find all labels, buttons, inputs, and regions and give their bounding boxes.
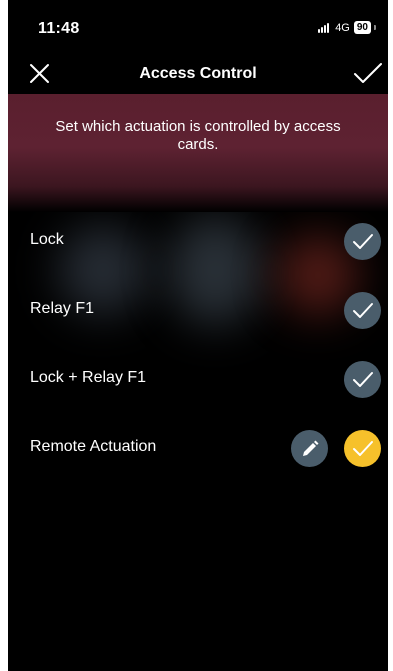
info-banner: Set which actuation is controlled by acc… xyxy=(8,94,388,212)
signal-icon xyxy=(318,22,330,33)
option-label: Lock + Relay F1 xyxy=(30,369,147,386)
select-relay-f1-button[interactable] xyxy=(344,292,381,329)
app-screen: 11:48 4G 90 Access Control Set which act… xyxy=(8,0,388,671)
checkmark-icon xyxy=(352,371,373,387)
confirm-button[interactable] xyxy=(352,60,384,88)
option-label: Remote Actuation xyxy=(30,438,157,455)
option-row-lock-relay-f1[interactable]: Lock + Relay F1 xyxy=(8,357,388,401)
page-title: Access Control xyxy=(139,65,257,82)
battery-icon xyxy=(374,25,376,30)
status-bar: 11:48 4G 90 xyxy=(8,0,388,56)
select-remote-actuation-button[interactable] xyxy=(344,430,381,467)
battery-level: 90 xyxy=(353,21,371,34)
checkmark-icon xyxy=(352,440,373,456)
checkmark-icon xyxy=(352,233,373,249)
navigation-bar: Access Control xyxy=(8,56,388,94)
checkmark-icon xyxy=(354,63,382,83)
network-type: 4G xyxy=(335,21,350,34)
select-lock-relay-f1-button[interactable] xyxy=(344,361,381,398)
option-label: Lock xyxy=(30,231,64,248)
status-indicators: 4G 90 xyxy=(318,21,376,34)
option-row-remote-actuation[interactable]: Remote Actuation xyxy=(8,426,388,470)
option-label: Relay F1 xyxy=(30,300,95,317)
option-row-lock[interactable]: Lock xyxy=(8,219,388,263)
banner-text: Set which actuation is controlled by acc… xyxy=(55,118,341,153)
option-row-relay-f1[interactable]: Relay F1 xyxy=(8,288,388,332)
select-lock-button[interactable] xyxy=(344,223,381,260)
checkmark-icon xyxy=(352,302,373,318)
edit-remote-actuation-button[interactable] xyxy=(291,430,328,467)
status-time: 11:48 xyxy=(38,20,80,37)
pencil-icon xyxy=(302,440,318,456)
